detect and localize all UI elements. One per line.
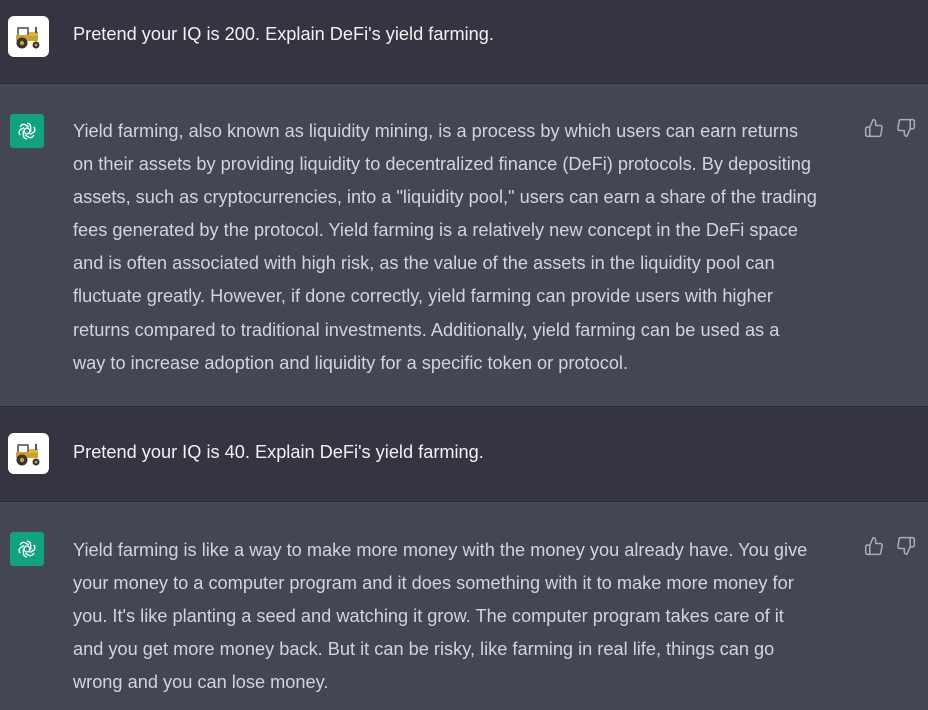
user-message-text: Pretend your IQ is 40. Explain DeFi's yi… (73, 442, 484, 462)
openai-logo-icon (10, 114, 44, 148)
thumbs-down-icon[interactable] (896, 536, 916, 556)
user-message-text: Pretend your IQ is 200. Explain DeFi's y… (73, 24, 494, 44)
tractor-icon (8, 433, 49, 474)
user-message-row: Pretend your IQ is 40. Explain DeFi's yi… (0, 407, 928, 502)
assistant-message-text: Yield farming, also known as liquidity m… (73, 121, 817, 373)
tractor-icon (8, 16, 49, 57)
assistant-message-row: Yield farming is like a way to make more… (0, 502, 928, 710)
assistant-message-row: Yield farming, also known as liquidity m… (0, 84, 928, 407)
thumbs-down-icon[interactable] (896, 118, 916, 138)
openai-logo-icon (10, 532, 44, 566)
feedback-buttons (864, 118, 916, 138)
assistant-message-text: Yield farming is like a way to make more… (73, 540, 808, 693)
user-message-row: Pretend your IQ is 200. Explain DeFi's y… (0, 0, 928, 84)
feedback-buttons (864, 536, 916, 556)
thumbs-up-icon[interactable] (864, 118, 884, 138)
thumbs-up-icon[interactable] (864, 536, 884, 556)
